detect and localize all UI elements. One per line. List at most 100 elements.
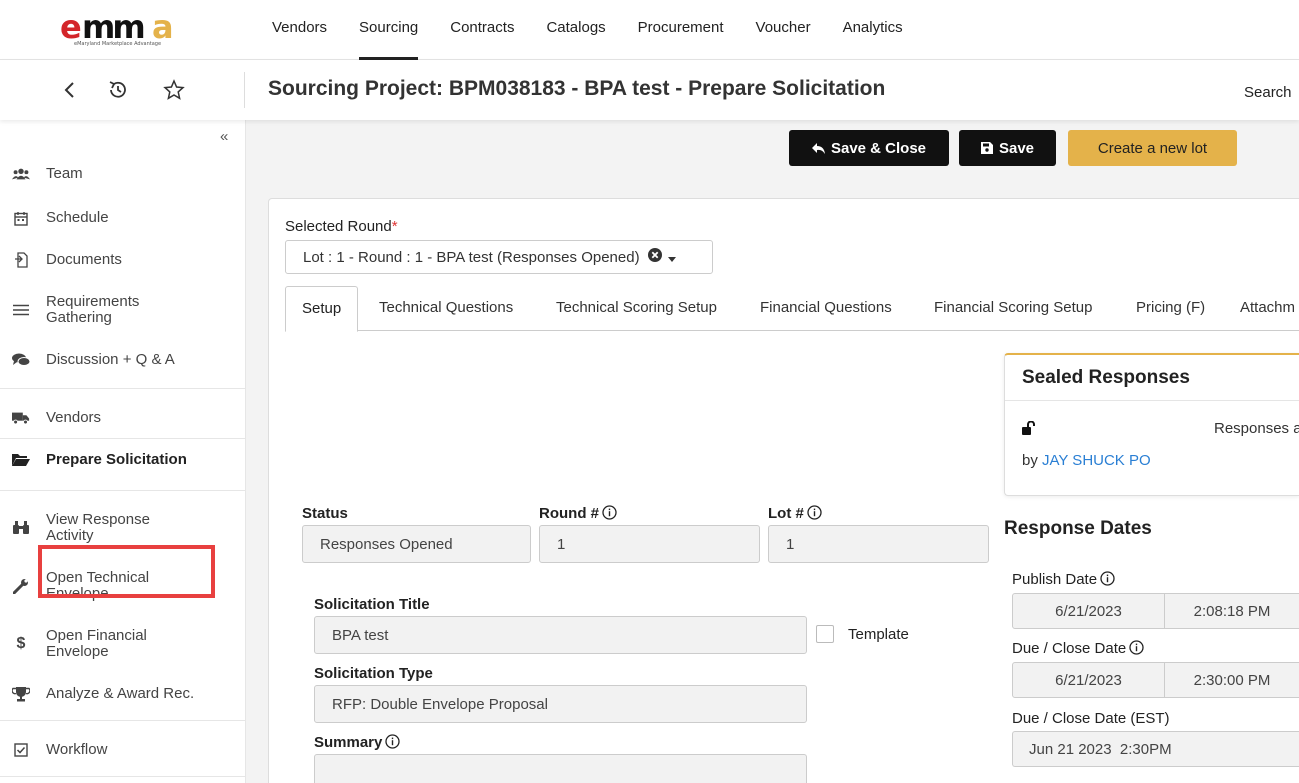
top-navbar: e mm a eMaryland Marketplace Advantage V… [0, 0, 1299, 60]
divider [0, 438, 246, 439]
create-new-lot-button[interactable]: Create a new lot [1068, 130, 1237, 166]
sidebar-item-documents[interactable]: Documents [0, 248, 246, 272]
page-title: Sourcing Project: BPM038183 - BPA test -… [268, 77, 886, 100]
selected-round-label: Selected Round* [285, 218, 398, 235]
sidebar-item-label: Analyze & Award Rec. [46, 685, 195, 702]
checkbox-icon [12, 743, 30, 757]
tab-financial-scoring-setup[interactable]: Financial Scoring Setup [934, 286, 1092, 331]
nav-procurement[interactable]: Procurement [622, 0, 740, 60]
unlock-icon [1022, 420, 1036, 438]
sidebar-item-label: Schedule [46, 209, 109, 226]
save-icon [980, 142, 993, 154]
clear-icon[interactable] [647, 248, 662, 266]
summary-field[interactable] [314, 754, 807, 783]
history-icon[interactable] [106, 78, 130, 102]
nav-analytics[interactable]: Analytics [827, 0, 919, 60]
due-close-date-label: Due / Close Date [1012, 640, 1144, 659]
tab-setup[interactable]: Setup [285, 286, 359, 332]
sidebar-item-discussion[interactable]: Discussion + Q & A [0, 348, 246, 372]
due-close-est-label: Due / Close Date (EST) [1012, 710, 1170, 727]
solicitation-type-label: Solicitation Type [314, 665, 433, 682]
sealed-responses-title: Sealed Responses [1022, 367, 1190, 388]
nav-sourcing[interactable]: Sourcing [343, 0, 434, 60]
sidebar-item-label: Open Financial Envelope [46, 627, 147, 660]
sidebar-item-label: Vendors [46, 409, 102, 426]
round-number-label: Round # [539, 505, 617, 524]
lot-number-label: Lot # [768, 505, 822, 524]
sealed-status-text: Responses a [1214, 420, 1299, 437]
save-label: Save [998, 139, 1035, 157]
info-icon[interactable] [1100, 571, 1115, 590]
sidebar-item-vendors[interactable]: Vendors [0, 406, 246, 430]
divider [0, 490, 246, 491]
sidebar-item-analyze-award[interactable]: Analyze & Award Rec. [0, 682, 246, 706]
due-time-field[interactable]: 2:30:00 PM [1164, 662, 1299, 698]
sidebar-item-label: Team [46, 165, 83, 182]
solicitation-title-field[interactable]: BPA test [314, 616, 807, 654]
sidebar-item-prepare-solicitation[interactable]: Prepare Solicitation [0, 448, 246, 472]
sealed-responses-panel: Sealed Responses Responses a by JAY SHUC… [1004, 353, 1299, 496]
nav-contracts[interactable]: Contracts [434, 0, 530, 60]
info-icon[interactable] [1129, 640, 1144, 659]
sidebar-item-view-response-activity[interactable]: View Response Activity [0, 510, 246, 546]
publish-time-field[interactable]: 2:08:18 PM [1164, 593, 1299, 629]
info-icon[interactable] [807, 505, 822, 524]
sidebar-item-open-financial-envelope[interactable]: $ Open Financial Envelope [0, 626, 246, 662]
user-link[interactable]: JAY SHUCK PO [1042, 452, 1151, 469]
save-close-button[interactable]: Save & Close [789, 130, 949, 166]
chevron-down-icon [667, 249, 676, 266]
template-label: Template [848, 626, 909, 643]
tab-technical-questions[interactable]: Technical Questions [379, 286, 513, 331]
sidebar-item-schedule[interactable]: Schedule [0, 206, 246, 230]
tab-technical-scoring-setup[interactable]: Technical Scoring Setup [556, 286, 717, 331]
template-checkbox[interactable] [816, 625, 834, 643]
main-nav: Vendors Sourcing Contracts Catalogs Proc… [256, 0, 919, 60]
info-icon[interactable] [385, 734, 401, 753]
solicitation-type-field[interactable]: RFP: Double Envelope Proposal [314, 685, 807, 723]
round-select[interactable]: Lot : 1 - Round : 1 - BPA test (Response… [285, 240, 713, 274]
round-number-field[interactable]: 1 [539, 525, 760, 563]
sidebar-item-requirements-gathering[interactable]: Requirements Gathering [0, 292, 246, 328]
publish-date-field[interactable]: 6/21/2023 [1012, 593, 1165, 629]
folder-open-icon [12, 453, 30, 467]
publish-date-label: Publish Date [1012, 571, 1115, 590]
nav-voucher[interactable]: Voucher [740, 0, 827, 60]
round-select-value: Lot : 1 - Round : 1 - BPA test (Response… [303, 248, 640, 266]
sidebar-item-label: View Response Activity [46, 511, 150, 544]
calendar-icon [12, 211, 30, 226]
divider [0, 776, 246, 777]
status-label: Status [302, 505, 348, 522]
emma-logo[interactable]: e mm a eMaryland Marketplace Advantage [60, 8, 184, 47]
comments-icon [12, 353, 30, 367]
due-date-field[interactable]: 6/21/2023 [1012, 662, 1165, 698]
list-icon [12, 304, 30, 316]
sidebar-item-label: Discussion + Q & A [46, 351, 175, 368]
collapse-sidebar-button[interactable]: « [220, 128, 228, 145]
sidebar: « Team Schedule Documents Requirements G… [0, 120, 246, 783]
tab-bar: Setup Technical Questions Technical Scor… [285, 286, 1299, 332]
truck-icon [12, 411, 30, 425]
status-field[interactable]: Responses Opened [302, 525, 531, 563]
nav-catalogs[interactable]: Catalogs [530, 0, 621, 60]
sidebar-item-team[interactable]: Team [0, 162, 246, 186]
back-icon[interactable] [57, 78, 81, 102]
info-icon[interactable] [602, 505, 617, 524]
divider [0, 388, 246, 389]
search-link[interactable]: Search [1244, 84, 1292, 101]
tab-pricing[interactable]: Pricing (F) [1136, 286, 1205, 331]
due-close-est-field[interactable]: Jun 21 2023 2:30PM [1012, 731, 1299, 767]
sidebar-item-workflow[interactable]: Workflow [0, 738, 246, 762]
panel-header: Sealed Responses [1005, 355, 1299, 401]
sidebar-item-label: Prepare Solicitation [46, 451, 187, 468]
document-icon [12, 252, 30, 268]
nav-vendors[interactable]: Vendors [256, 0, 343, 60]
tab-financial-questions[interactable]: Financial Questions [760, 286, 892, 331]
wrench-icon [12, 578, 30, 594]
binoculars-icon [12, 521, 30, 535]
lot-number-field[interactable]: 1 [768, 525, 989, 563]
save-button[interactable]: Save [959, 130, 1056, 166]
highlight-annotation [38, 545, 215, 598]
divider [0, 720, 246, 721]
tab-attachments[interactable]: Attachm [1240, 286, 1295, 331]
star-icon[interactable] [162, 78, 186, 102]
